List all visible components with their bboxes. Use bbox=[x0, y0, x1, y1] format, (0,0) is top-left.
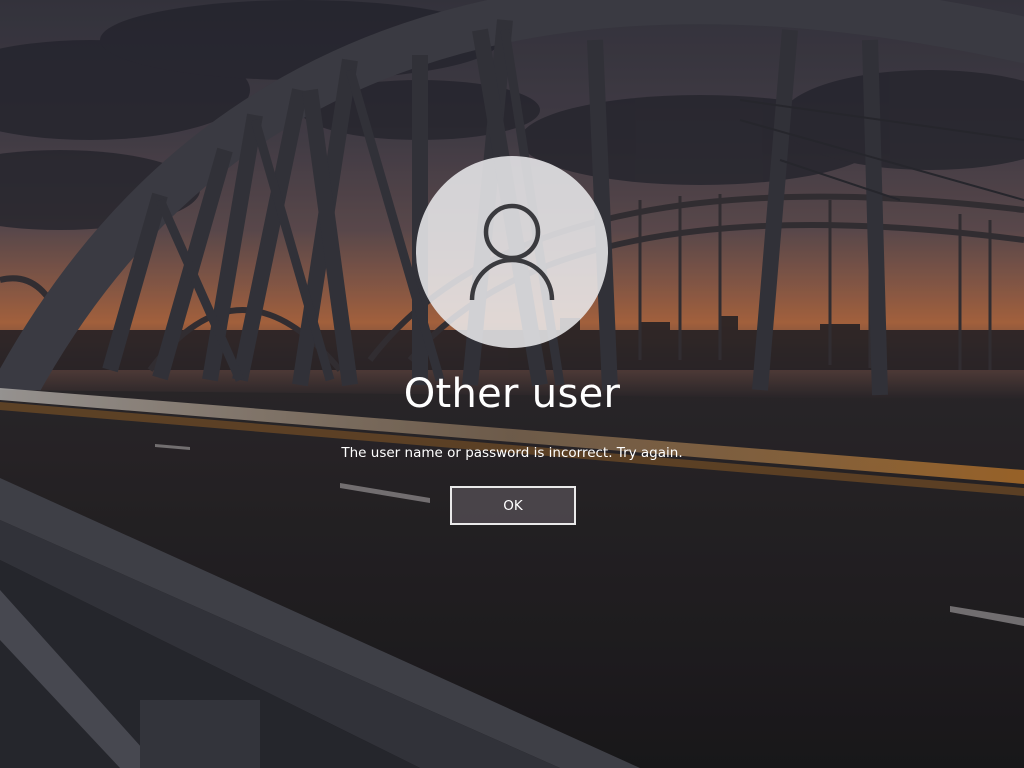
sign-in-panel: Other user The user name or password is … bbox=[0, 0, 1024, 768]
user-name: Other user bbox=[403, 371, 621, 417]
lock-screen: Other user The user name or password is … bbox=[0, 0, 1024, 768]
ok-button[interactable]: OK bbox=[450, 486, 576, 525]
error-message: The user name or password is incorrect. … bbox=[341, 445, 683, 461]
user-avatar bbox=[416, 156, 608, 348]
user-silhouette-icon bbox=[469, 203, 555, 301]
